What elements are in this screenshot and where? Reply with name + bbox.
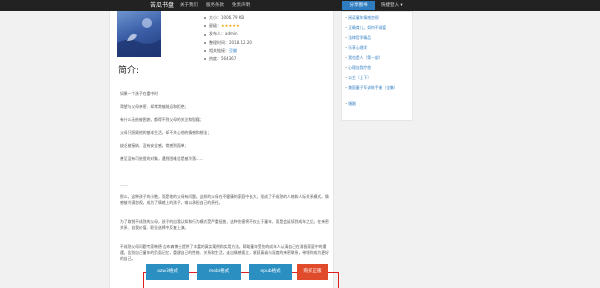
book-detail-panel: 大小：1006.79 KB 星级：★★★★★ 发布人：admin 整理时间：20… xyxy=(109,11,334,288)
book-cover-image xyxy=(117,11,161,57)
quick-login-menu[interactable]: 快捷登入 ▾ xyxy=(381,0,403,11)
meta-publisher: 发布人：admin xyxy=(203,30,333,38)
book-metadata: 大小：1006.79 KB 星级：★★★★★ 发布人：admin 整理时间：20… xyxy=(203,14,333,63)
download-azw3-button[interactable]: azw3格式 xyxy=(146,264,189,280)
sidebar-item[interactable]: •正确育儿，如何不溺爱 xyxy=(345,25,413,30)
buy-original-button[interactable]: 购买正版 xyxy=(297,264,328,280)
sidebar-item[interactable]: •美国童子军训练手册（全集） xyxy=(345,85,413,90)
sidebar-item[interactable]: •公主（上下） xyxy=(345,75,413,80)
rating-stars: ★★★★★ xyxy=(221,23,240,29)
intro-line: 有什么无依被困惑，都得不到父母的关注和慰藉； xyxy=(120,117,204,122)
download-epub-button[interactable]: epub格式 xyxy=(249,264,292,280)
intro-line: 渴望与父母亲密、却常常被疏远和拒绝； xyxy=(120,104,189,109)
sidebar-item[interactable]: •婚姻 xyxy=(345,101,413,106)
site-logo[interactable]: 苦瓜书盘 xyxy=(150,0,174,11)
sidebar-item[interactable]: •乐享心理学 xyxy=(345,45,413,50)
nav-link-disclaimer[interactable]: 免责声明 xyxy=(232,0,250,11)
intro-line: 缺乏被接纳、没有安全感，常感到孤单； xyxy=(120,143,189,148)
download-mobi-button[interactable]: mobi格式 xyxy=(197,264,241,280)
meta-rating: 星级：★★★★★ xyxy=(203,22,333,30)
meta-link: 相关链接：豆瓣 xyxy=(203,47,333,55)
douban-link[interactable]: 豆瓣 xyxy=(229,48,237,53)
sidebar-item[interactable]: •心理自我疗愈 xyxy=(345,65,413,70)
meta-size: 大小：1006.79 KB xyxy=(203,14,333,22)
related-books-sidebar: •阅读童年情感忽视 •正确育儿，如何不溺爱 •法律哲学精品 •乐享心理学 •我也… xyxy=(341,11,413,121)
intro-line: 如果一个孩子在重中时 xyxy=(120,91,158,96)
share-book-button[interactable]: 分享图书 xyxy=(342,1,375,10)
intro-line: 父母只照顾他的基本生活，却不关心他的情感和想法； xyxy=(120,130,212,135)
sidebar-item[interactable]: •阅读童年情感忽视 xyxy=(345,15,413,20)
meta-date: 整理时间：2018.12.20 xyxy=(203,39,333,47)
body-paragraph: 不成熟父母问题专家韩德·吉布森博士提供了丰富的真实案例和实用方法，帮助童年受伤的… xyxy=(120,244,329,261)
body-paragraph: 那么，这种孩子的小胞，而是他的父母有问题。这样的父母在不健康的家庭中长大，形成了… xyxy=(120,194,329,205)
nav-link-about[interactable]: 关于我们 xyxy=(180,0,198,11)
meta-popularity: 热度：564367 xyxy=(203,55,333,63)
intro-heading: 简介: xyxy=(118,66,140,76)
sidebar-item[interactable]: •我也是人（第一部） xyxy=(345,55,413,60)
sidebar-item[interactable]: •法律哲学精品 xyxy=(345,35,413,40)
section-divider: —— xyxy=(120,183,128,188)
intro-line: 甚至没有可依靠的对象，遇到困难总是被冷落…… xyxy=(120,156,204,161)
body-paragraph: 为了取悦不成熟的父母，孩子的自我认知和行为模式受严重扭曲，这种伤害将不仅止于童年… xyxy=(120,219,329,230)
nav-link-terms[interactable]: 服务条款 xyxy=(206,0,224,11)
top-navbar: 苦瓜书盘 关于我们 服务条款 免责声明 分享图书 快捷登入 ▾ xyxy=(0,0,600,11)
